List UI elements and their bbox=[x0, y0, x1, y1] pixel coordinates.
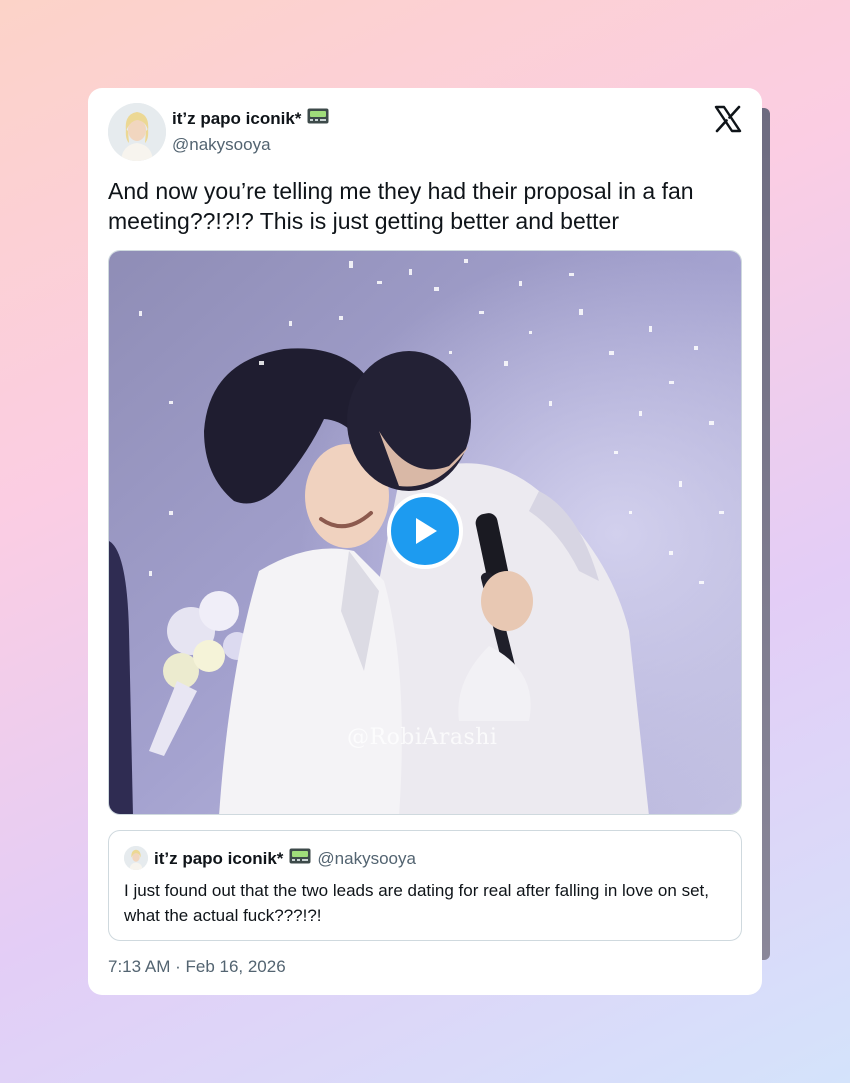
quoted-tweet[interactable]: it’z papo iconik* @nakysooya I just foun… bbox=[108, 830, 742, 941]
video-player[interactable]: @RobiArashi bbox=[108, 250, 742, 815]
quoted-display-name: it’z papo iconik* bbox=[154, 848, 284, 868]
tweet-text: And now you’re telling me they had their… bbox=[108, 178, 694, 234]
handle[interactable]: @nakysooya bbox=[172, 135, 271, 155]
display-name-text[interactable]: it’z papo iconik* bbox=[172, 109, 301, 129]
tweet-card[interactable]: it’z papo iconik* @nakysooya And now you… bbox=[88, 88, 762, 995]
watermark: @RobiArashi bbox=[347, 725, 498, 750]
quoted-avatar bbox=[124, 846, 148, 870]
quoted-handle: @nakysooya bbox=[317, 848, 416, 868]
x-logo-icon[interactable] bbox=[714, 105, 742, 133]
quoted-text: I just found out that the two leads are … bbox=[124, 881, 709, 925]
avatar[interactable] bbox=[108, 103, 166, 161]
pager-icon bbox=[307, 108, 329, 129]
pager-icon bbox=[289, 848, 311, 869]
play-button[interactable] bbox=[387, 493, 463, 569]
quoted-header: it’z papo iconik* @nakysooya bbox=[154, 848, 416, 869]
display-name[interactable]: it’z papo iconik* bbox=[172, 108, 329, 129]
timestamp[interactable]: 7:13 AM · Feb 16, 2026 bbox=[108, 957, 286, 977]
play-icon bbox=[416, 518, 437, 544]
